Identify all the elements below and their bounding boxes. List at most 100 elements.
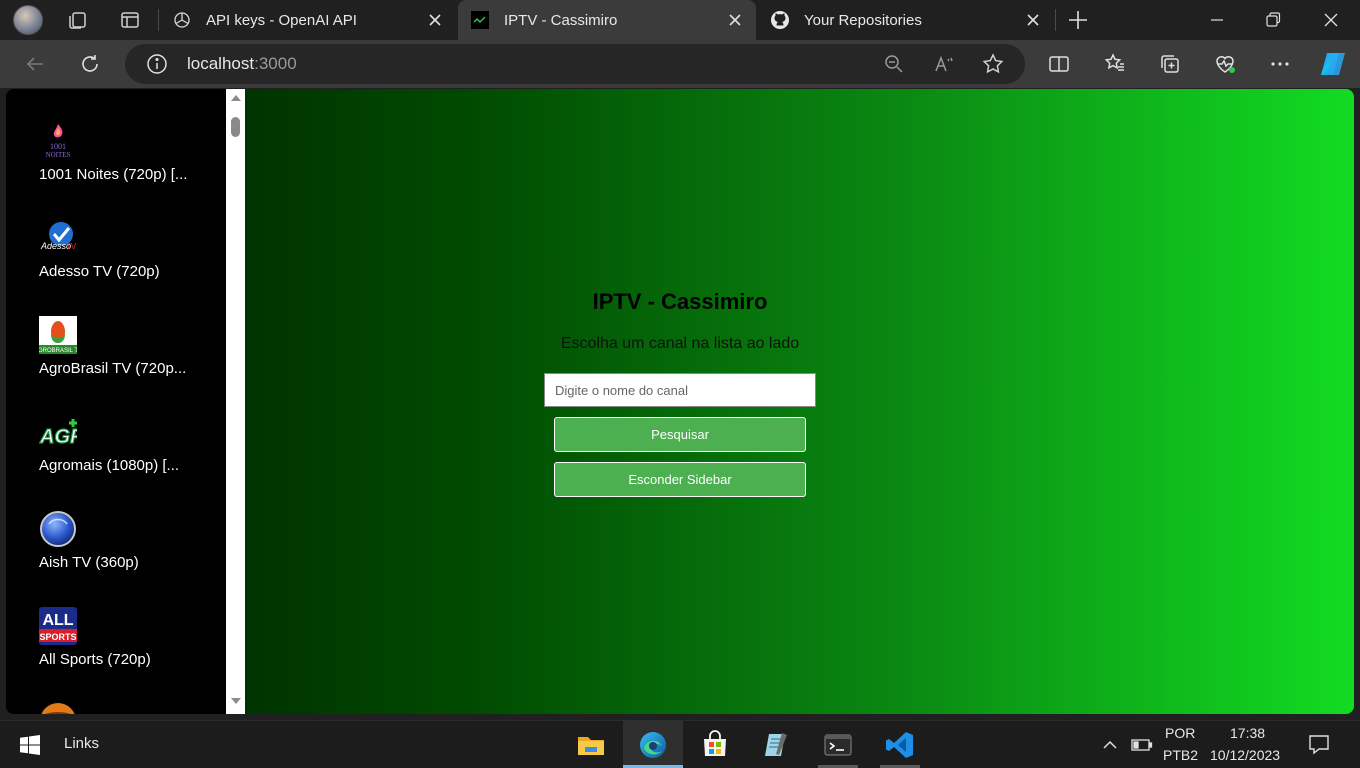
agrobrasil-tv-logo: AGROBRASIL TV (39, 316, 77, 354)
channel-name: Adesso TV (720p) (39, 263, 160, 280)
all-sports-logo: ALL SPORTS (39, 607, 77, 645)
workspaces-icon[interactable] (66, 8, 90, 32)
keyboard-layout[interactable]: PTB2 (1163, 747, 1198, 763)
tab-iptv[interactable]: IPTV - Cassimiro (458, 0, 756, 40)
taskbar-terminal[interactable] (808, 721, 868, 768)
channel-item[interactable]: Adesso TV Adesso TV (720p) (39, 219, 219, 299)
url-text[interactable]: localhost:3000 (187, 54, 297, 74)
close-tab-icon[interactable] (1024, 11, 1042, 29)
windows-taskbar: Links POR PTB2 17:38 10/12/2023 (0, 720, 1360, 768)
restore-icon[interactable] (1261, 8, 1285, 32)
main-content: IPTV - Cassimiro Escolha um canal na lis… (245, 89, 1354, 714)
svg-text:TV: TV (66, 242, 77, 251)
url-port: :3000 (254, 54, 297, 73)
adesso-tv-logo: Adesso TV (40, 222, 77, 251)
vscode-icon (886, 732, 913, 758)
tab-title: API keys - OpenAI API (206, 11, 357, 29)
scroll-thumb[interactable] (231, 117, 240, 137)
browser-essentials-icon[interactable] (1213, 52, 1237, 76)
favorite-star-icon[interactable] (981, 52, 1005, 76)
links-toolbar-label[interactable]: Links (64, 735, 99, 752)
page-viewport: 1001 NOITES 1001 Noites (720p) [... Ades… (6, 89, 1354, 714)
aish-tv-logo (40, 511, 76, 547)
site-info-icon[interactable] (145, 52, 169, 76)
microsoft-store-icon (704, 730, 726, 756)
notepad-icon (765, 733, 787, 756)
profile-avatar[interactable] (13, 5, 43, 35)
svg-text:AGRO: AGRO (39, 426, 77, 448)
show-hidden-icons-icon[interactable] (1102, 738, 1118, 752)
browser-tab-bar: API keys - OpenAI API IPTV - Cassimiro Y… (0, 0, 1360, 40)
back-icon[interactable] (23, 52, 47, 76)
close-tab-icon[interactable] (726, 11, 744, 29)
agromais-logo: AGRO (39, 419, 77, 449)
page-title: IPTV - Cassimiro (592, 289, 768, 314)
channel-name: Agromais (1080p) [... (39, 457, 180, 474)
url-host: localhost (187, 54, 255, 73)
svg-text:AGROBRASIL TV: AGROBRASIL TV (39, 348, 77, 354)
taskbar-store[interactable] (685, 721, 745, 768)
tab-title: Your Repositories (804, 11, 922, 29)
tab-title: IPTV - Cassimiro (504, 11, 618, 29)
hide-sidebar-button[interactable]: Esconder Sidebar (554, 462, 806, 497)
clock-date[interactable]: 10/12/2023 (1210, 747, 1280, 763)
channel-search-input[interactable] (544, 373, 816, 407)
taskbar-file-explorer[interactable] (561, 721, 621, 768)
vertical-tabs-icon[interactable] (118, 8, 142, 32)
minimize-icon[interactable] (1205, 8, 1229, 32)
taskbar-notepad[interactable] (746, 721, 806, 768)
close-window-icon[interactable] (1319, 8, 1343, 32)
taskbar-edge[interactable] (623, 721, 683, 768)
channel-name: 1001 Noites (720p) [... (39, 166, 188, 183)
terminal-icon (824, 734, 852, 756)
edge-browser-icon (640, 732, 666, 758)
input-language[interactable]: POR (1165, 725, 1195, 741)
channel-name: All Sports (720p) (39, 651, 151, 668)
github-icon (771, 11, 789, 29)
zoom-out-icon[interactable] (882, 52, 906, 76)
tab-github[interactable]: Your Repositories (758, 0, 1054, 40)
windows-start-icon[interactable] (20, 735, 40, 755)
svg-text:ALL: ALL (42, 612, 73, 629)
tab-separator (1055, 9, 1056, 31)
more-menu-icon[interactable] (1268, 52, 1292, 76)
tab-separator (158, 9, 159, 31)
channel-logo-partial (41, 703, 75, 714)
collections-icon[interactable] (1158, 52, 1182, 76)
search-button[interactable]: Pesquisar (554, 417, 806, 452)
tab-openai[interactable]: API keys - OpenAI API (160, 0, 456, 40)
channel-item[interactable]: AGROBRASIL TV AgroBrasil TV (720p... (39, 316, 219, 396)
openai-icon (174, 12, 190, 28)
clock-time[interactable]: 17:38 (1230, 725, 1265, 741)
search-panel: IPTV - Cassimiro Escolha um canal na lis… (544, 289, 816, 497)
scroll-up-arrow-icon[interactable] (231, 95, 241, 101)
1001-noites-logo: 1001 NOITES (46, 124, 71, 159)
address-bar[interactable]: localhost:3000 (125, 44, 1025, 84)
channel-sidebar[interactable]: 1001 NOITES 1001 Noites (720p) [... Ades… (6, 89, 226, 714)
sidebar-scrollbar[interactable] (226, 89, 245, 714)
taskbar-vscode[interactable] (870, 721, 930, 768)
channel-name: AgroBrasil TV (720p... (39, 360, 187, 377)
new-tab-icon[interactable] (1066, 8, 1090, 32)
browser-toolbar: localhost:3000 (0, 40, 1360, 88)
refresh-icon[interactable] (78, 52, 102, 76)
channel-name: Aish TV (360p) (39, 554, 139, 571)
page-subtitle: Escolha um canal na lista ao lado (560, 335, 800, 352)
svg-text:1001: 1001 (50, 142, 66, 151)
read-aloud-icon[interactable] (932, 52, 956, 76)
channel-item[interactable]: 1001 NOITES 1001 Noites (720p) [... (39, 122, 219, 202)
favorites-icon[interactable] (1103, 52, 1127, 76)
svg-text:NOITES: NOITES (46, 151, 71, 159)
close-tab-icon[interactable] (426, 11, 444, 29)
file-explorer-icon (578, 737, 604, 755)
scroll-down-arrow-icon[interactable] (231, 698, 241, 704)
svg-text:SPORTS: SPORTS (39, 632, 76, 642)
iptv-icon (471, 11, 489, 29)
channel-item[interactable]: Aish TV (360p) (39, 510, 219, 590)
notifications-icon[interactable] (1308, 733, 1330, 755)
battery-icon[interactable] (1131, 737, 1153, 753)
channel-item[interactable]: ALL SPORTS All Sports (720p) (39, 607, 219, 687)
channel-item[interactable]: AGRO Agromais (1080p) [... (39, 413, 219, 493)
copilot-icon[interactable] (1318, 49, 1348, 79)
split-screen-icon[interactable] (1047, 52, 1071, 76)
